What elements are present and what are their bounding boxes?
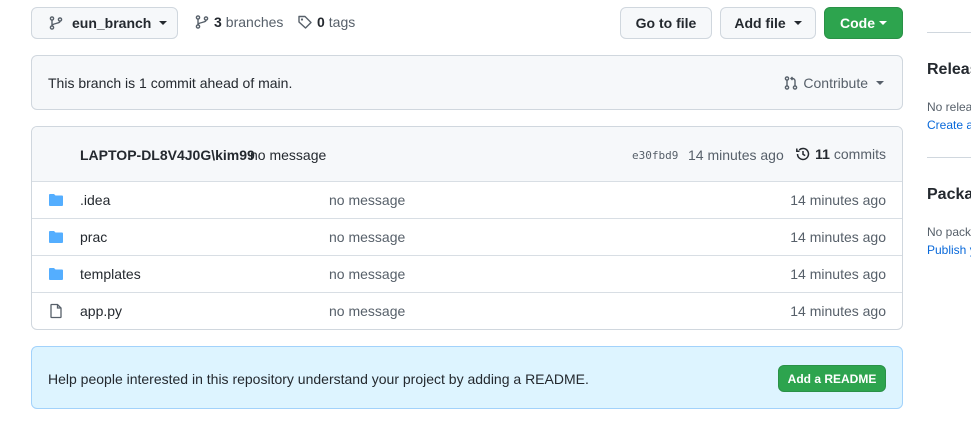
readme-banner: Help people interested in this repositor…	[31, 346, 903, 409]
packages-heading[interactable]: Packag	[927, 186, 971, 204]
code-label: Code	[840, 15, 875, 31]
chevron-down-icon	[159, 21, 168, 25]
file-row[interactable]: templates no message 14 minutes ago	[32, 255, 902, 292]
latest-commit-header: LAPTOP-DL8V4J0G\kim99 no message e30fbd9…	[32, 127, 902, 181]
tags-label: tags	[328, 14, 356, 30]
branch-status-banner: This branch is 1 commit ahead of main. C…	[31, 55, 903, 110]
branch-select-button[interactable]: eun_branch	[31, 7, 178, 39]
file-name[interactable]: .idea	[80, 192, 110, 208]
git-branch-icon	[49, 16, 63, 30]
commits-label: commits	[833, 146, 886, 162]
file-age: 14 minutes ago	[790, 266, 886, 282]
tag-icon	[298, 15, 312, 29]
packages-empty-text: No pack	[927, 225, 971, 239]
publish-package-link[interactable]: Publish y	[927, 243, 971, 257]
branches-count: 3	[214, 14, 222, 30]
file-commit-message[interactable]: no message	[329, 192, 405, 208]
chevron-down-icon	[879, 21, 887, 25]
file-icon	[50, 303, 62, 319]
tags-link[interactable]: 0 tags	[297, 14, 355, 30]
sidebar-divider	[927, 32, 971, 33]
file-table: LAPTOP-DL8V4J0G\kim99 no message e30fbd9…	[31, 126, 903, 330]
file-commit-message[interactable]: no message	[329, 266, 405, 282]
commit-author[interactable]: LAPTOP-DL8V4J0G\kim99	[80, 147, 255, 163]
sidebar-divider	[927, 157, 971, 158]
add-file-label: Add file	[734, 15, 786, 31]
file-row[interactable]: prac no message 14 minutes ago	[32, 218, 902, 255]
commits-link[interactable]: 11 commits	[795, 146, 886, 162]
create-release-link[interactable]: Create a	[927, 118, 971, 132]
go-to-file-button[interactable]: Go to file	[620, 7, 712, 39]
branch-name: eun_branch	[72, 15, 152, 31]
branch-status-text: This branch is 1 commit ahead of main.	[48, 75, 293, 91]
file-age: 14 minutes ago	[790, 303, 886, 319]
commit-message[interactable]: no message	[250, 147, 326, 163]
file-name[interactable]: app.py	[80, 303, 122, 319]
chevron-down-icon	[793, 21, 802, 25]
commit-age: 14 minutes ago	[688, 147, 784, 163]
releases-empty-text: No relea	[927, 100, 971, 114]
add-readme-button[interactable]: Add a README	[778, 365, 886, 392]
file-age: 14 minutes ago	[790, 229, 886, 245]
file-name[interactable]: templates	[80, 266, 141, 282]
file-commit-message[interactable]: no message	[329, 229, 405, 245]
releases-heading[interactable]: Releas	[927, 61, 971, 79]
go-to-file-label: Go to file	[635, 15, 697, 31]
contribute-button[interactable]: Contribute	[783, 75, 884, 91]
pull-request-icon	[785, 76, 798, 90]
commits-count: 11	[815, 146, 830, 162]
add-file-button[interactable]: Add file	[720, 7, 816, 39]
branches-label: branches	[225, 14, 284, 30]
folder-icon	[49, 231, 63, 243]
add-readme-label: Add a README	[787, 371, 877, 386]
history-icon	[796, 147, 810, 161]
folder-icon	[49, 194, 63, 206]
chevron-down-icon	[876, 81, 884, 85]
file-row[interactable]: .idea no message 14 minutes ago	[32, 181, 902, 218]
file-commit-message[interactable]: no message	[329, 303, 405, 319]
commit-sha[interactable]: e30fbd9	[632, 149, 678, 162]
file-age: 14 minutes ago	[790, 192, 886, 208]
folder-icon	[49, 268, 63, 280]
contribute-label: Contribute	[803, 75, 868, 91]
file-row[interactable]: app.py no message 14 minutes ago	[32, 292, 902, 329]
tags-count: 0	[317, 14, 325, 30]
readme-banner-text: Help people interested in this repositor…	[48, 371, 589, 387]
file-name[interactable]: prac	[80, 229, 107, 245]
code-button[interactable]: Code	[824, 7, 903, 39]
branches-link[interactable]: 3 branches	[194, 14, 283, 30]
git-branch-icon	[195, 15, 209, 29]
